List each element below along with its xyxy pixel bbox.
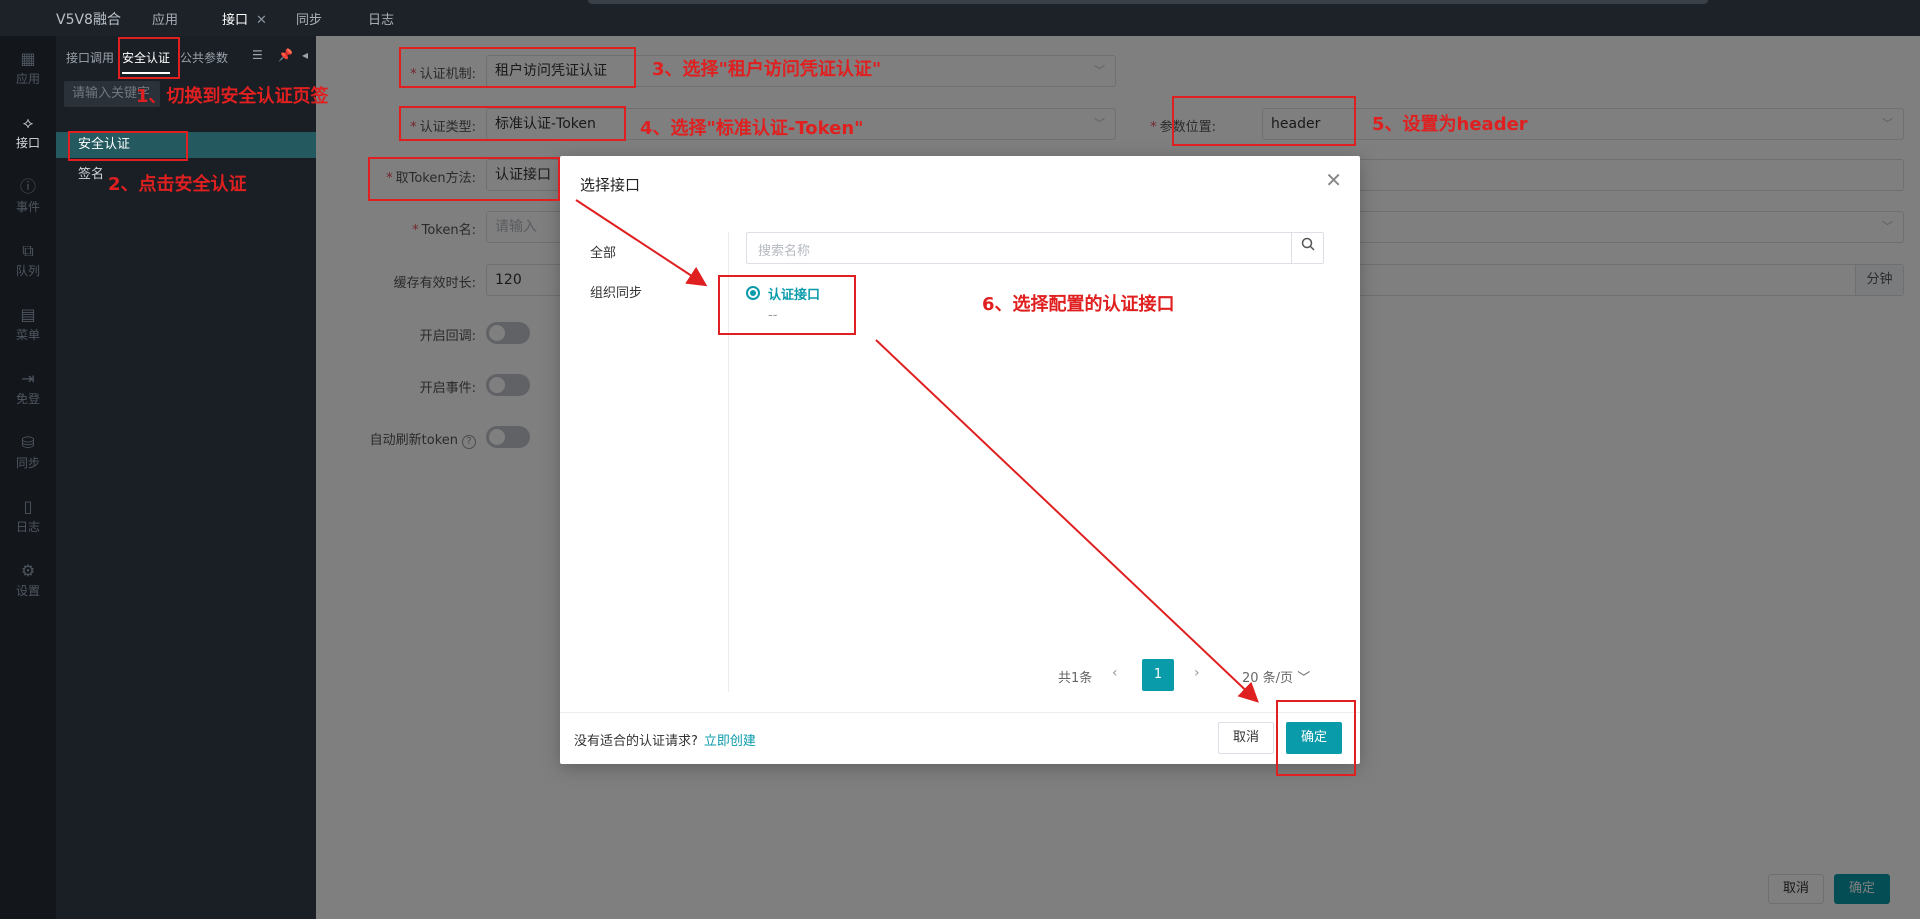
tab-app[interactable]: 应用 [152,9,178,28]
rail-item-api[interactable]: ⟡ 接口 [0,106,56,158]
rail-label: 日志 [15,520,40,534]
rail-item-event[interactable]: ⓘ 事件 [0,170,56,222]
panel-tab-common-params[interactable]: 公共参数 [180,49,228,66]
dialog-confirm-button[interactable]: 确定 [1286,722,1343,754]
tab-log[interactable]: 日志 [368,9,394,28]
rail-item-queue[interactable]: ⧉ 队列 [0,234,56,286]
api-icon: ⟡ [22,113,34,132]
event-icon: ⓘ [19,177,36,196]
close-icon[interactable]: ✕ [1325,168,1342,192]
search-icon[interactable] [1291,233,1323,263]
annotation-step-6: 6、选择配置的认证接口 [982,294,1175,315]
dialog-title: 选择接口 [580,176,641,194]
sync-icon: ⛁ [21,433,35,452]
left-panel: 接口调用 安全认证 公共参数 ☰ 📌 ◂ 请输入关键字 安全认证 签名 [56,36,316,919]
rail-item-login[interactable]: ⇥ 免登 [0,362,56,414]
log-icon: ▯ [23,497,33,516]
rail-label: 同步 [15,456,40,470]
page-number-current[interactable]: 1 [1142,659,1174,691]
grid-icon: ▦ [20,49,36,68]
rail-item-app[interactable]: ▦ 应用 [0,42,56,94]
rail-label: 事件 [15,200,40,214]
list-icon[interactable]: ☰ [252,48,263,62]
page-size-select[interactable]: 20 条/页 ﹀ [1242,667,1310,686]
dialog-divider [728,232,729,692]
annotation-step-1: 1、切换到安全认证页签 [136,86,329,107]
dialog-hint: 没有适合的认证请求? 立即创建 [574,734,756,749]
chevron-left-icon[interactable]: ‹ [1112,665,1118,681]
rail-label: 队列 [15,264,40,278]
tab-api-label: 接口 [222,13,249,28]
rail-label: 设置 [15,584,40,598]
option-radio[interactable] [746,286,760,300]
rail-label: 菜单 [15,328,40,342]
rail-label: 应用 [15,72,40,86]
dialog-search-input[interactable]: 搜索名称 [746,232,1324,264]
icon-rail: ▦ 应用 ⟡ 接口 ⓘ 事件 ⧉ 队列 ▤ 菜单 ⇥ 免登 ⛁ 同步 ▯ 日志 ⚙ 设置 [0,36,56,919]
rail-item-menu[interactable]: ▤ 菜单 [0,298,56,350]
pin-icon[interactable]: 📌 [278,48,293,62]
select-api-dialog: 选择接口 ✕ 全部 组织同步 搜索名称 认证接口 -- 共1条 ‹ 1 › 20… [560,156,1360,764]
dialog-footer-divider [560,712,1360,713]
tab-sync[interactable]: 同步 [296,9,322,28]
gear-icon: ⚙ [20,561,36,580]
rail-label: 接口 [15,136,40,150]
annotation-step-3: 3、选择"租户访问凭证认证" [652,59,882,80]
pagination-total: 共1条 [1058,671,1093,686]
chevron-right-icon[interactable]: › [1194,665,1200,681]
annotation-step-2: 2、点击安全认证 [108,174,247,195]
rail-item-settings[interactable]: ⚙ 设置 [0,554,56,606]
panel-tab-security-auth[interactable]: 安全认证 [122,49,171,74]
panel-tab-api-call[interactable]: 接口调用 [66,49,114,66]
menu-icon: ▤ [20,305,36,324]
category-org-sync[interactable]: 组织同步 [590,282,642,301]
option-description: -- [768,308,778,323]
app-title: V5V8融合 [56,12,121,28]
annotation-step-4: 4、选择"标准认证-Token" [640,118,864,139]
tree-item-security-auth[interactable]: 安全认证 [56,132,316,158]
collapse-icon[interactable]: ◂ [302,48,308,62]
search-placeholder: 搜索名称 [758,244,811,259]
rail-label: 免登 [15,392,40,406]
option-label[interactable]: 认证接口 [768,284,820,303]
top-bar: V5V8融合 应用 接口 ✕ 同步 日志 [0,0,1920,36]
top-search-bar[interactable] [588,0,1708,4]
chevron-down-icon: ﹀ [1297,671,1311,686]
annotation-step-5: 5、设置为header [1372,114,1528,135]
dialog-cancel-button[interactable]: 取消 [1218,722,1275,754]
rail-item-log[interactable]: ▯ 日志 [0,490,56,542]
login-icon: ⇥ [21,369,35,388]
rail-item-sync[interactable]: ⛁ 同步 [0,426,56,478]
queue-icon: ⧉ [22,241,34,260]
category-all[interactable]: 全部 [590,242,616,261]
create-link[interactable]: 立即创建 [704,734,756,749]
tab-api[interactable]: 接口 ✕ [222,9,267,28]
close-icon[interactable]: ✕ [256,13,267,28]
